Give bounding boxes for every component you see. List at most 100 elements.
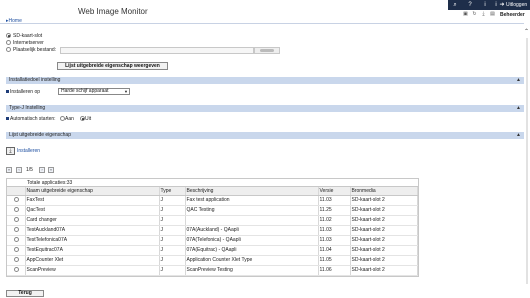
table-cell: 07A(Auckland) - QAapli	[185, 225, 319, 236]
row-radio[interactable]	[13, 257, 19, 263]
source-option-label: Internetserver	[13, 40, 44, 46]
table-cell: SD-kaart-slot 2	[350, 245, 418, 256]
prev-page-icon[interactable]: ‹	[16, 167, 22, 173]
radio-sd[interactable]	[6, 33, 11, 39]
row-radio[interactable]	[13, 207, 19, 213]
section-title: Installatiedoel instelling	[9, 77, 61, 83]
radio-internet[interactable]	[6, 40, 11, 46]
table-cell	[185, 215, 319, 226]
row-radio[interactable]	[13, 217, 19, 223]
search-icon[interactable]: ⌕	[451, 1, 459, 9]
home-label[interactable]: Home	[9, 18, 22, 24]
page-indicator: 1/5	[26, 167, 33, 173]
table-cell: 11.25	[318, 205, 351, 216]
collapse-icon[interactable]: ▲	[516, 105, 521, 112]
install-target-select[interactable]: Harde schijf apparaat ▼	[58, 88, 130, 95]
table-cell: ScanPreview	[25, 265, 160, 276]
help-icon[interactable]: ?	[466, 1, 474, 9]
option-label: Aan	[65, 116, 74, 122]
logout-link[interactable]: Uitloggen	[506, 1, 527, 9]
back-button[interactable]: Terug	[6, 290, 44, 297]
column-header[interactable]: Type	[159, 187, 186, 196]
scroll-track[interactable]	[526, 38, 528, 284]
table-cell: TestTelefonica07A	[25, 235, 160, 246]
browse-button[interactable]	[254, 47, 280, 54]
row-radio[interactable]	[13, 247, 19, 253]
row-select-cell	[7, 195, 26, 206]
row-select-cell	[7, 255, 26, 266]
table-row[interactable]: Card changer J 11.02 SD-kaart-slot 2	[7, 215, 418, 226]
table-row[interactable]: QacTest J QAC Testing 11.25 SD-kaart-slot 2	[7, 205, 418, 216]
first-page-icon[interactable]: «	[6, 167, 12, 173]
source-option-label: Plaatselijk bestand	[13, 47, 55, 53]
table-row[interactable]: ScanPreview J ScanPreview Testing 11.06 SD-k…	[7, 265, 418, 276]
autostart-off[interactable]: Uit	[80, 116, 91, 122]
download-icon[interactable]: ⤓	[6, 147, 15, 155]
table-cell: J	[159, 245, 186, 256]
table-cell: QacTest	[25, 205, 160, 216]
row-select-cell	[7, 235, 26, 246]
column-header[interactable]: Beschrijving	[185, 187, 319, 196]
home-link[interactable]: ▸Home	[6, 18, 22, 24]
info-icon[interactable]: i	[481, 1, 489, 9]
collapse-icon[interactable]: ▲	[516, 132, 521, 139]
chevron-up-icon[interactable]: ⌃	[524, 28, 529, 35]
table-cell: 11.03	[318, 225, 351, 236]
chevron-down-icon: ▼	[124, 89, 128, 94]
table-cell: J	[159, 225, 186, 236]
column-header[interactable]: Versie	[318, 187, 351, 196]
table-row[interactable]: TestAuckland07A J 07A(Auckland) - QAapli 11…	[7, 225, 418, 236]
table-cell: 11.03	[318, 235, 351, 246]
table-row[interactable]: TestTelefonica07A J 07A(Telefonica) - QAap…	[7, 235, 418, 246]
table-cell: SD-kaart-slot 2	[350, 215, 418, 226]
install-settings-header[interactable]: Installatiedoel instelling ▲	[6, 77, 524, 84]
row-radio[interactable]	[13, 237, 19, 243]
install-target-field: Installeren op	[6, 89, 40, 95]
type-settings-header[interactable]: Type-J Instelling ▲	[6, 105, 524, 112]
show-extended-list-button[interactable]: Lijst uitgebreide eigenschap weergeven	[57, 62, 168, 70]
table-cell: 11.06	[318, 265, 351, 276]
table-row[interactable]: TestEquitrac07A J 07A(Equitrac) - QAapli 11…	[7, 245, 418, 256]
radio-local[interactable]	[6, 47, 11, 53]
table-cell: SD-kaart-slot 2	[350, 255, 418, 266]
logout-icon[interactable]: ➜	[498, 1, 506, 9]
local-file-input[interactable]	[60, 47, 254, 54]
table-cell: 11.04	[318, 245, 351, 256]
option-label: Uit	[85, 116, 92, 122]
source-option-internet[interactable]: Internetserver	[6, 40, 44, 46]
table-cell: FaxTest	[25, 195, 160, 206]
bullet-icon	[6, 90, 9, 94]
row-radio[interactable]	[13, 227, 19, 233]
row-radio[interactable]	[13, 267, 19, 273]
extended-list-table: Totale applicaties:33 Naam uitgebreide e…	[6, 178, 419, 277]
column-header[interactable]: Bronmedia	[350, 187, 418, 196]
browse-button-label	[260, 49, 274, 52]
table-cell: Application Counter Xlet Type	[185, 255, 319, 266]
table-cell: SD-kaart-slot 2	[350, 195, 418, 206]
table-cell: J	[159, 215, 186, 226]
last-page-icon[interactable]: »	[48, 167, 54, 173]
field-label: Automatisch starten:	[10, 116, 56, 122]
extended-list-header[interactable]: Lijst uitgebreide eigenschap ▲	[6, 132, 524, 139]
source-option-local[interactable]: Plaatselijk bestand:	[6, 47, 56, 53]
table-cell: Fax test application	[185, 195, 319, 206]
table-row[interactable]: AppCounter Xlet J Application Counter Xlet…	[7, 255, 418, 266]
table-row[interactable]: FaxTest J Fax test application 11.03 SD-kaar…	[7, 195, 418, 206]
table-header-row: Naam uitgebreide eigenschap Type Beschri…	[7, 187, 418, 196]
autostart-field: Automatisch starten:	[6, 116, 56, 122]
table-cell: J	[159, 255, 186, 266]
source-option-sd[interactable]: SD-kaart-slot	[6, 33, 42, 39]
column-header[interactable]: Naam uitgebreide eigenschap	[25, 187, 160, 196]
table-cell: TestEquitrac07A	[25, 245, 160, 256]
table-cell: TestAuckland07A	[25, 225, 160, 236]
table-cell: J	[159, 195, 186, 206]
autostart-on[interactable]: Aan	[60, 116, 74, 122]
scrollbar[interactable]: ⌃	[524, 28, 530, 290]
install-label[interactable]: Installeren	[17, 148, 40, 154]
table-cell: AppCounter Xlet	[25, 255, 160, 266]
row-radio[interactable]	[13, 197, 19, 203]
toolbar: ⌕ ? i i ➜ Uitloggen	[448, 0, 530, 10]
next-page-icon[interactable]: ›	[39, 167, 45, 173]
collapse-icon[interactable]: ▲	[516, 77, 521, 84]
row-select-cell	[7, 245, 26, 256]
